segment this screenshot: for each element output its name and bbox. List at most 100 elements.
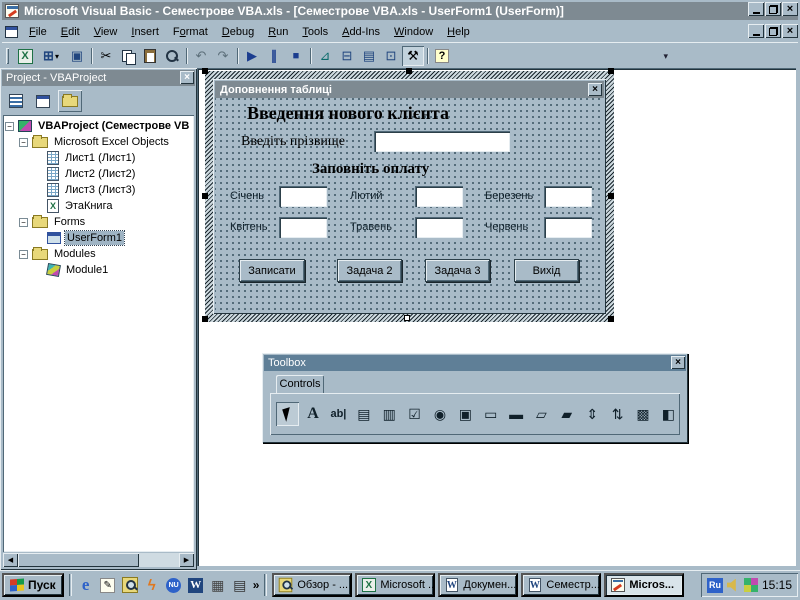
tree-item-userform1[interactable]: UserForm1 — [5, 230, 194, 246]
select-objects-tool[interactable] — [276, 402, 300, 426]
spinbutton-tool[interactable]: ⇅ — [606, 402, 629, 426]
task-excel-window[interactable]: X Microsoft ... — [355, 573, 436, 597]
cut-button[interactable]: ✂ — [95, 46, 117, 66]
child-minimize-button[interactable] — [748, 24, 764, 38]
language-indicator[interactable]: Ru — [706, 577, 723, 593]
task2-button[interactable]: Задача 2 — [337, 259, 402, 282]
tray-app-icon[interactable] — [743, 578, 758, 592]
collapse-icon[interactable]: − — [19, 217, 28, 227]
break-button[interactable]: ∥ — [263, 46, 285, 66]
view-microsoft-excel-button[interactable]: X — [14, 46, 36, 66]
frame-tool[interactable]: ▭ — [479, 402, 502, 426]
commandbutton-tool[interactable]: ▬ — [504, 402, 527, 426]
task-word-document2[interactable]: W Семестр... — [521, 573, 602, 597]
close-button[interactable]: × — [782, 2, 798, 16]
scrollbar-track[interactable] — [18, 553, 179, 567]
tree-item-forms[interactable]: − Forms — [5, 214, 194, 230]
find-button[interactable] — [161, 46, 183, 66]
redo-button[interactable]: ↷ — [212, 46, 234, 66]
month-input-may[interactable] — [415, 217, 463, 238]
task3-button[interactable]: Задача 3 — [425, 259, 490, 282]
tree-item-sheet3[interactable]: Лист3 (Лист3) — [5, 182, 194, 198]
menu-add-ins[interactable]: Add-Ins — [335, 23, 387, 41]
resize-handle[interactable] — [202, 68, 208, 74]
tabstrip-tool[interactable]: ▱ — [530, 402, 553, 426]
collapse-icon[interactable]: − — [5, 121, 14, 131]
child-restore-button[interactable] — [765, 24, 781, 38]
minimize-button[interactable] — [748, 2, 764, 16]
save-record-button[interactable]: Записати — [239, 259, 305, 282]
tree-item-sheet1[interactable]: Лист1 (Лист1) — [5, 150, 194, 166]
notes-icon[interactable]: ✎ — [99, 576, 117, 594]
menu-run[interactable]: Run — [261, 23, 295, 41]
task-visual-basic-active[interactable]: Micros... — [604, 573, 685, 597]
project-panel-close-button[interactable]: × — [180, 71, 194, 84]
design-mode-button[interactable]: ⊿ — [314, 46, 336, 66]
month-input-feb[interactable] — [415, 186, 463, 207]
tree-item-excel-objects[interactable]: − Microsoft Excel Objects — [5, 134, 194, 150]
toolbox-tab-controls[interactable]: Controls — [276, 375, 324, 393]
internet-explorer-icon[interactable]: e — [77, 575, 95, 594]
menu-file[interactable]: File — [22, 23, 54, 41]
userform-titlebar[interactable]: Доповнення таблиці × — [215, 81, 604, 98]
tree-item-modules[interactable]: − Modules — [5, 246, 194, 262]
task-explorer-window[interactable]: Обзор - ... — [272, 573, 353, 597]
refedit-tool[interactable]: ◧ — [657, 402, 680, 426]
menu-tools[interactable]: Tools — [295, 23, 335, 41]
tree-item-vbaproject[interactable]: − VBAProject (Семестрове VB — [5, 118, 194, 134]
toolbox-titlebar[interactable]: Toolbox × — [264, 355, 686, 371]
listbox-tool[interactable]: ▥ — [378, 402, 401, 426]
restore-button[interactable] — [765, 2, 781, 16]
help-button[interactable]: ? — [431, 46, 453, 66]
month-input-apr[interactable] — [279, 217, 327, 238]
scrollbar-tool[interactable]: ⇕ — [581, 402, 604, 426]
project-explorer-button[interactable]: ⊟ — [336, 46, 358, 66]
toolbar-options-caret[interactable]: ▾ — [663, 51, 668, 62]
copy-button[interactable] — [117, 46, 139, 66]
task-word-document1[interactable]: W Докумен... — [438, 573, 519, 597]
view-object-button[interactable] — [31, 90, 55, 112]
project-tree-hscrollbar[interactable]: ◀ ▶ — [3, 553, 194, 567]
toolbar-grip[interactable] — [6, 48, 9, 64]
resize-handle[interactable] — [202, 193, 208, 199]
surname-input[interactable] — [374, 131, 510, 152]
object-browser-button[interactable]: ⊡ — [380, 46, 402, 66]
exit-button[interactable]: Вихід — [514, 259, 579, 282]
resize-handle[interactable] — [608, 68, 614, 74]
paste-button[interactable] — [139, 46, 161, 66]
checkbox-tool[interactable]: ☑ — [403, 402, 426, 426]
child-close-button[interactable]: × — [782, 24, 798, 38]
start-button[interactable]: Пуск — [2, 573, 64, 597]
image-tool[interactable]: ▩ — [631, 402, 654, 426]
togglebutton-tool[interactable]: ▣ — [454, 402, 477, 426]
scroll-right-arrow[interactable]: ▶ — [179, 553, 194, 567]
month-input-jan[interactable] — [279, 186, 327, 207]
textbox-tool[interactable]: ab| — [327, 402, 350, 426]
properties-window-button[interactable]: ▤ — [358, 46, 380, 66]
view-code-button[interactable] — [4, 90, 28, 112]
insert-userform-button[interactable]: ⊞ ▾ — [36, 46, 66, 66]
scrollbar-thumb[interactable] — [18, 553, 139, 567]
menu-window[interactable]: Window — [387, 23, 440, 41]
toolbox-button[interactable]: ⚒ — [402, 46, 424, 66]
menu-edit[interactable]: Edit — [54, 23, 87, 41]
userform-client-area[interactable]: Введення нового клієнта Введіть прізвище… — [215, 98, 604, 312]
label-tool[interactable]: A — [301, 402, 324, 426]
resize-handle[interactable] — [406, 68, 412, 74]
printer-icon[interactable]: ▤ — [231, 576, 249, 594]
tree-item-thisworkbook[interactable]: X ЭтаКнига — [5, 198, 194, 214]
collapse-icon[interactable]: − — [19, 249, 28, 259]
norton-utilities-icon[interactable]: NU — [165, 576, 183, 594]
run-button[interactable]: ▶ — [241, 46, 263, 66]
resize-handle[interactable] — [608, 316, 614, 322]
menu-insert[interactable]: Insert — [124, 23, 166, 41]
reset-button[interactable]: ■ — [285, 46, 307, 66]
multipage-tool[interactable]: ▰ — [555, 402, 578, 426]
quick-launch-overflow-chevron[interactable]: » — [253, 578, 260, 592]
winamp-icon[interactable]: ϟ — [143, 576, 161, 594]
menu-format[interactable]: Format — [166, 23, 215, 41]
toggle-folders-button[interactable] — [58, 90, 82, 112]
tree-item-sheet2[interactable]: Лист2 (Лист2) — [5, 166, 194, 182]
month-input-jun[interactable] — [544, 217, 592, 238]
find-folder-icon[interactable] — [121, 576, 139, 594]
